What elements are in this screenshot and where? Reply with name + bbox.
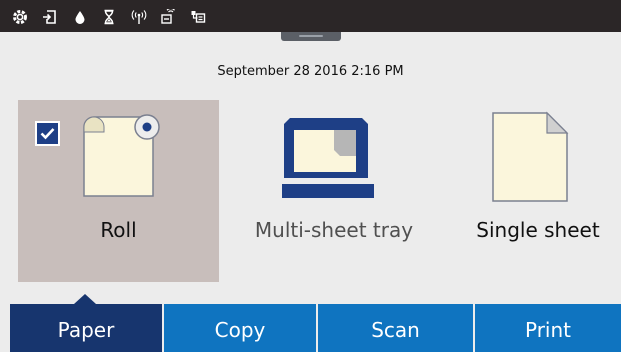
roll-paper-icon bbox=[83, 114, 160, 197]
status-drawer-handle[interactable] bbox=[281, 32, 341, 41]
status-bar bbox=[0, 0, 621, 32]
paper-option-multi-sheet-tray[interactable]: Multi-sheet tray bbox=[238, 100, 430, 282]
bottom-tab-bar: Paper Copy Scan Print bbox=[0, 304, 621, 352]
wireless-signal-icon[interactable] bbox=[131, 9, 147, 25]
hourglass-icon[interactable] bbox=[101, 9, 117, 25]
option-label-multi-sheet-tray: Multi-sheet tray bbox=[254, 218, 414, 242]
option-label-roll: Roll bbox=[100, 218, 137, 242]
wifi-direct-icon[interactable] bbox=[160, 9, 176, 25]
paper-in-icon[interactable] bbox=[42, 9, 58, 25]
tab-paper[interactable]: Paper bbox=[10, 304, 162, 352]
printer-screen: September 28 2016 2:16 PM Roll Multi-she… bbox=[0, 0, 621, 352]
multi-sheet-tray-icon bbox=[282, 118, 374, 198]
tab-copy[interactable]: Copy bbox=[164, 304, 316, 352]
tab-scan[interactable]: Scan bbox=[318, 304, 473, 352]
paper-option-roll[interactable]: Roll bbox=[18, 100, 219, 282]
gear-icon[interactable] bbox=[12, 9, 28, 25]
selected-checkbox bbox=[35, 121, 60, 146]
network-printer-icon[interactable] bbox=[190, 9, 206, 25]
paper-option-single-sheet[interactable]: Single sheet bbox=[458, 100, 618, 282]
date-time: September 28 2016 2:16 PM bbox=[217, 64, 404, 79]
tab-print[interactable]: Print bbox=[475, 304, 621, 352]
active-tab-pointer bbox=[74, 294, 96, 304]
option-label-single-sheet: Single sheet bbox=[476, 218, 600, 242]
single-sheet-icon bbox=[492, 111, 569, 202]
ink-drop-icon[interactable] bbox=[72, 9, 88, 25]
